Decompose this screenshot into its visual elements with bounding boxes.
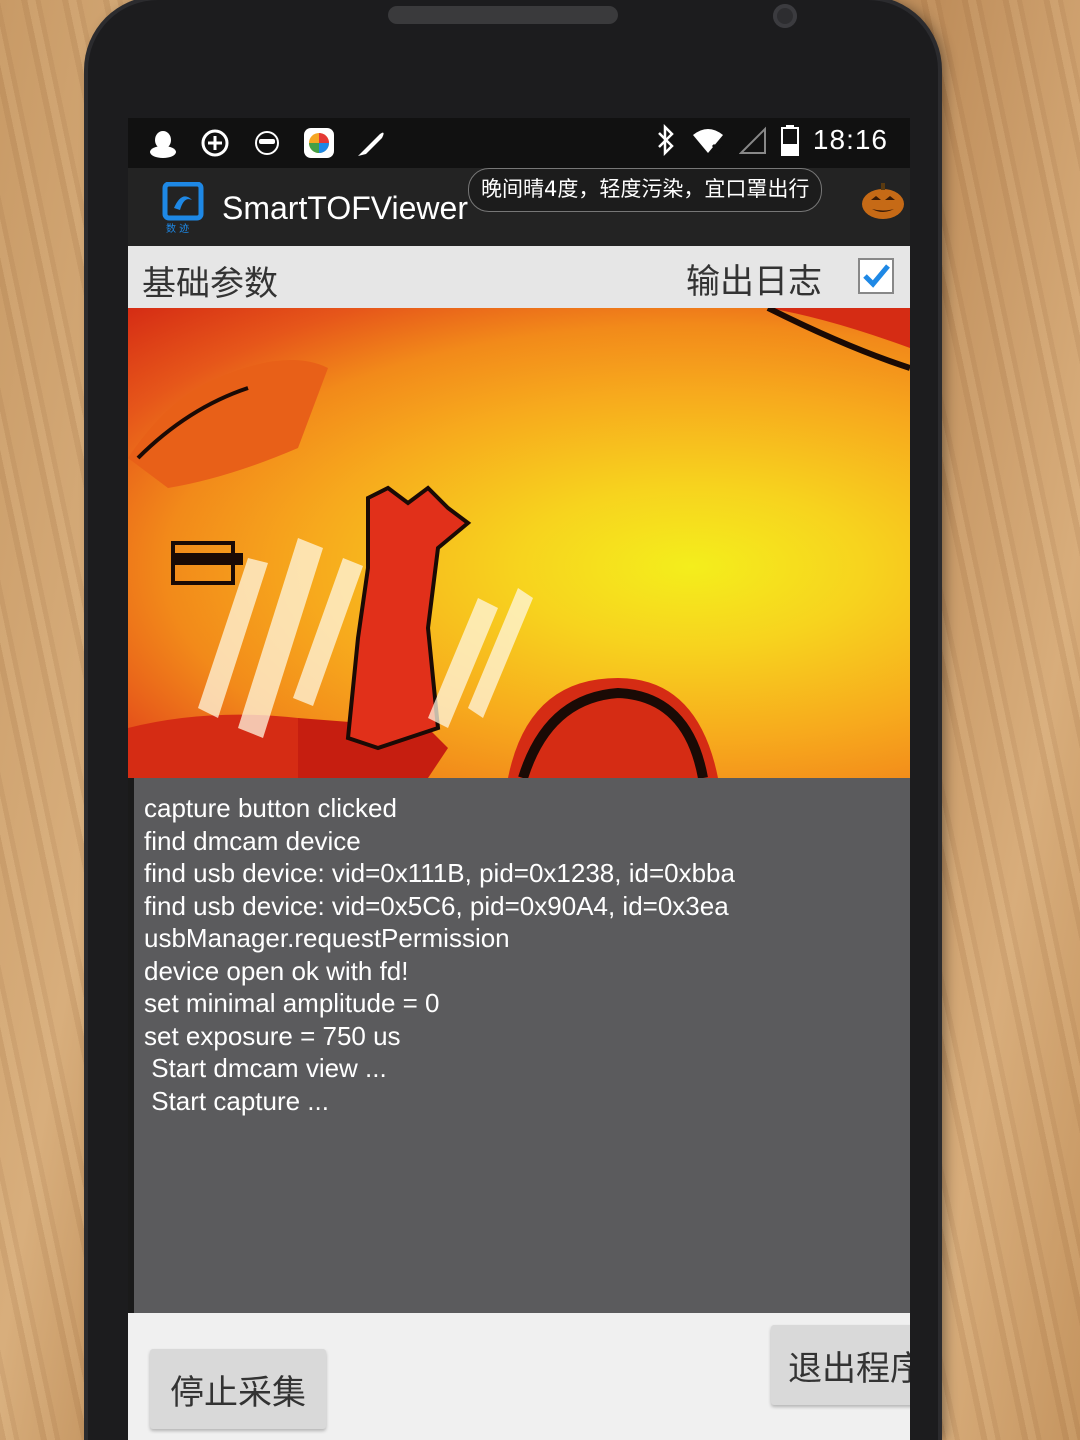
- log-line: usbManager.requestPermission: [144, 923, 510, 953]
- log-line: device open ok with fd!: [144, 955, 409, 986]
- log-line: set minimal amplitude = 0: [144, 988, 440, 1018]
- stop-capture-button[interactable]: 停止采集: [150, 1349, 326, 1429]
- log-line: Start capture ...: [144, 1085, 329, 1116]
- color-wheel-icon: [304, 128, 334, 158]
- basic-params-tab[interactable]: 基础参数: [142, 256, 278, 305]
- battery-icon: [780, 125, 799, 156]
- qq-penguin-icon: [150, 131, 176, 158]
- log-output-checkbox[interactable]: [858, 258, 894, 294]
- status-bar: 18:16: [128, 118, 910, 168]
- checkmark-icon: [863, 264, 890, 288]
- log-line: set exposure = 750 us: [144, 1020, 401, 1051]
- log-line: find dmcam device: [144, 825, 361, 856]
- feather-icon: [358, 132, 384, 156]
- parameter-header: 基础参数 输出日志: [128, 246, 910, 308]
- log-line: find usb device: vid=0x111B, pid=0x1238,…: [144, 858, 735, 888]
- front-camera: [773, 4, 797, 28]
- bluetooth-icon: [658, 124, 674, 156]
- earpiece-speaker: [388, 6, 618, 24]
- pumpkin-icon[interactable]: [860, 178, 906, 222]
- action-bar: 数 迹 SmartTOFViewer 晚间晴4度，轻度污染，宜口罩出行: [128, 168, 910, 246]
- log-line: find usb device: vid=0x5C6, pid=0x90A4, …: [144, 890, 729, 921]
- log-line: capture button clicked: [144, 793, 397, 823]
- logo-caption: 数 迹: [166, 222, 189, 234]
- log-line: Start dmcam view ...: [144, 1053, 387, 1083]
- status-time: 18:16: [812, 124, 888, 155]
- log-output-label: 输出日志: [686, 262, 822, 302]
- bottom-button-bar: 停止采集 退出程序: [128, 1313, 910, 1440]
- exit-program-button[interactable]: 退出程序: [771, 1325, 910, 1405]
- add-circle-icon: [201, 129, 229, 157]
- signal-icon: [738, 126, 766, 154]
- depth-image-view: [128, 308, 910, 778]
- glasses-face-icon: [255, 131, 279, 155]
- log-output-panel: capture button clicked find dmcam device…: [134, 778, 910, 1313]
- app-logo-icon: 数 迹: [162, 182, 204, 234]
- log-lines: capture button clicked find dmcam device…: [144, 792, 735, 1117]
- depth-map-image: [128, 308, 910, 778]
- weather-notification[interactable]: 晚间晴4度，轻度污染，宜口罩出行: [468, 168, 823, 212]
- wifi-icon: [692, 129, 723, 155]
- app-title: SmartTOFViewer: [222, 190, 468, 226]
- phone-screen: 18:16 数 迹 SmartTOFViewer 晚间晴4度，轻度污染，宜口罩出…: [128, 118, 910, 1440]
